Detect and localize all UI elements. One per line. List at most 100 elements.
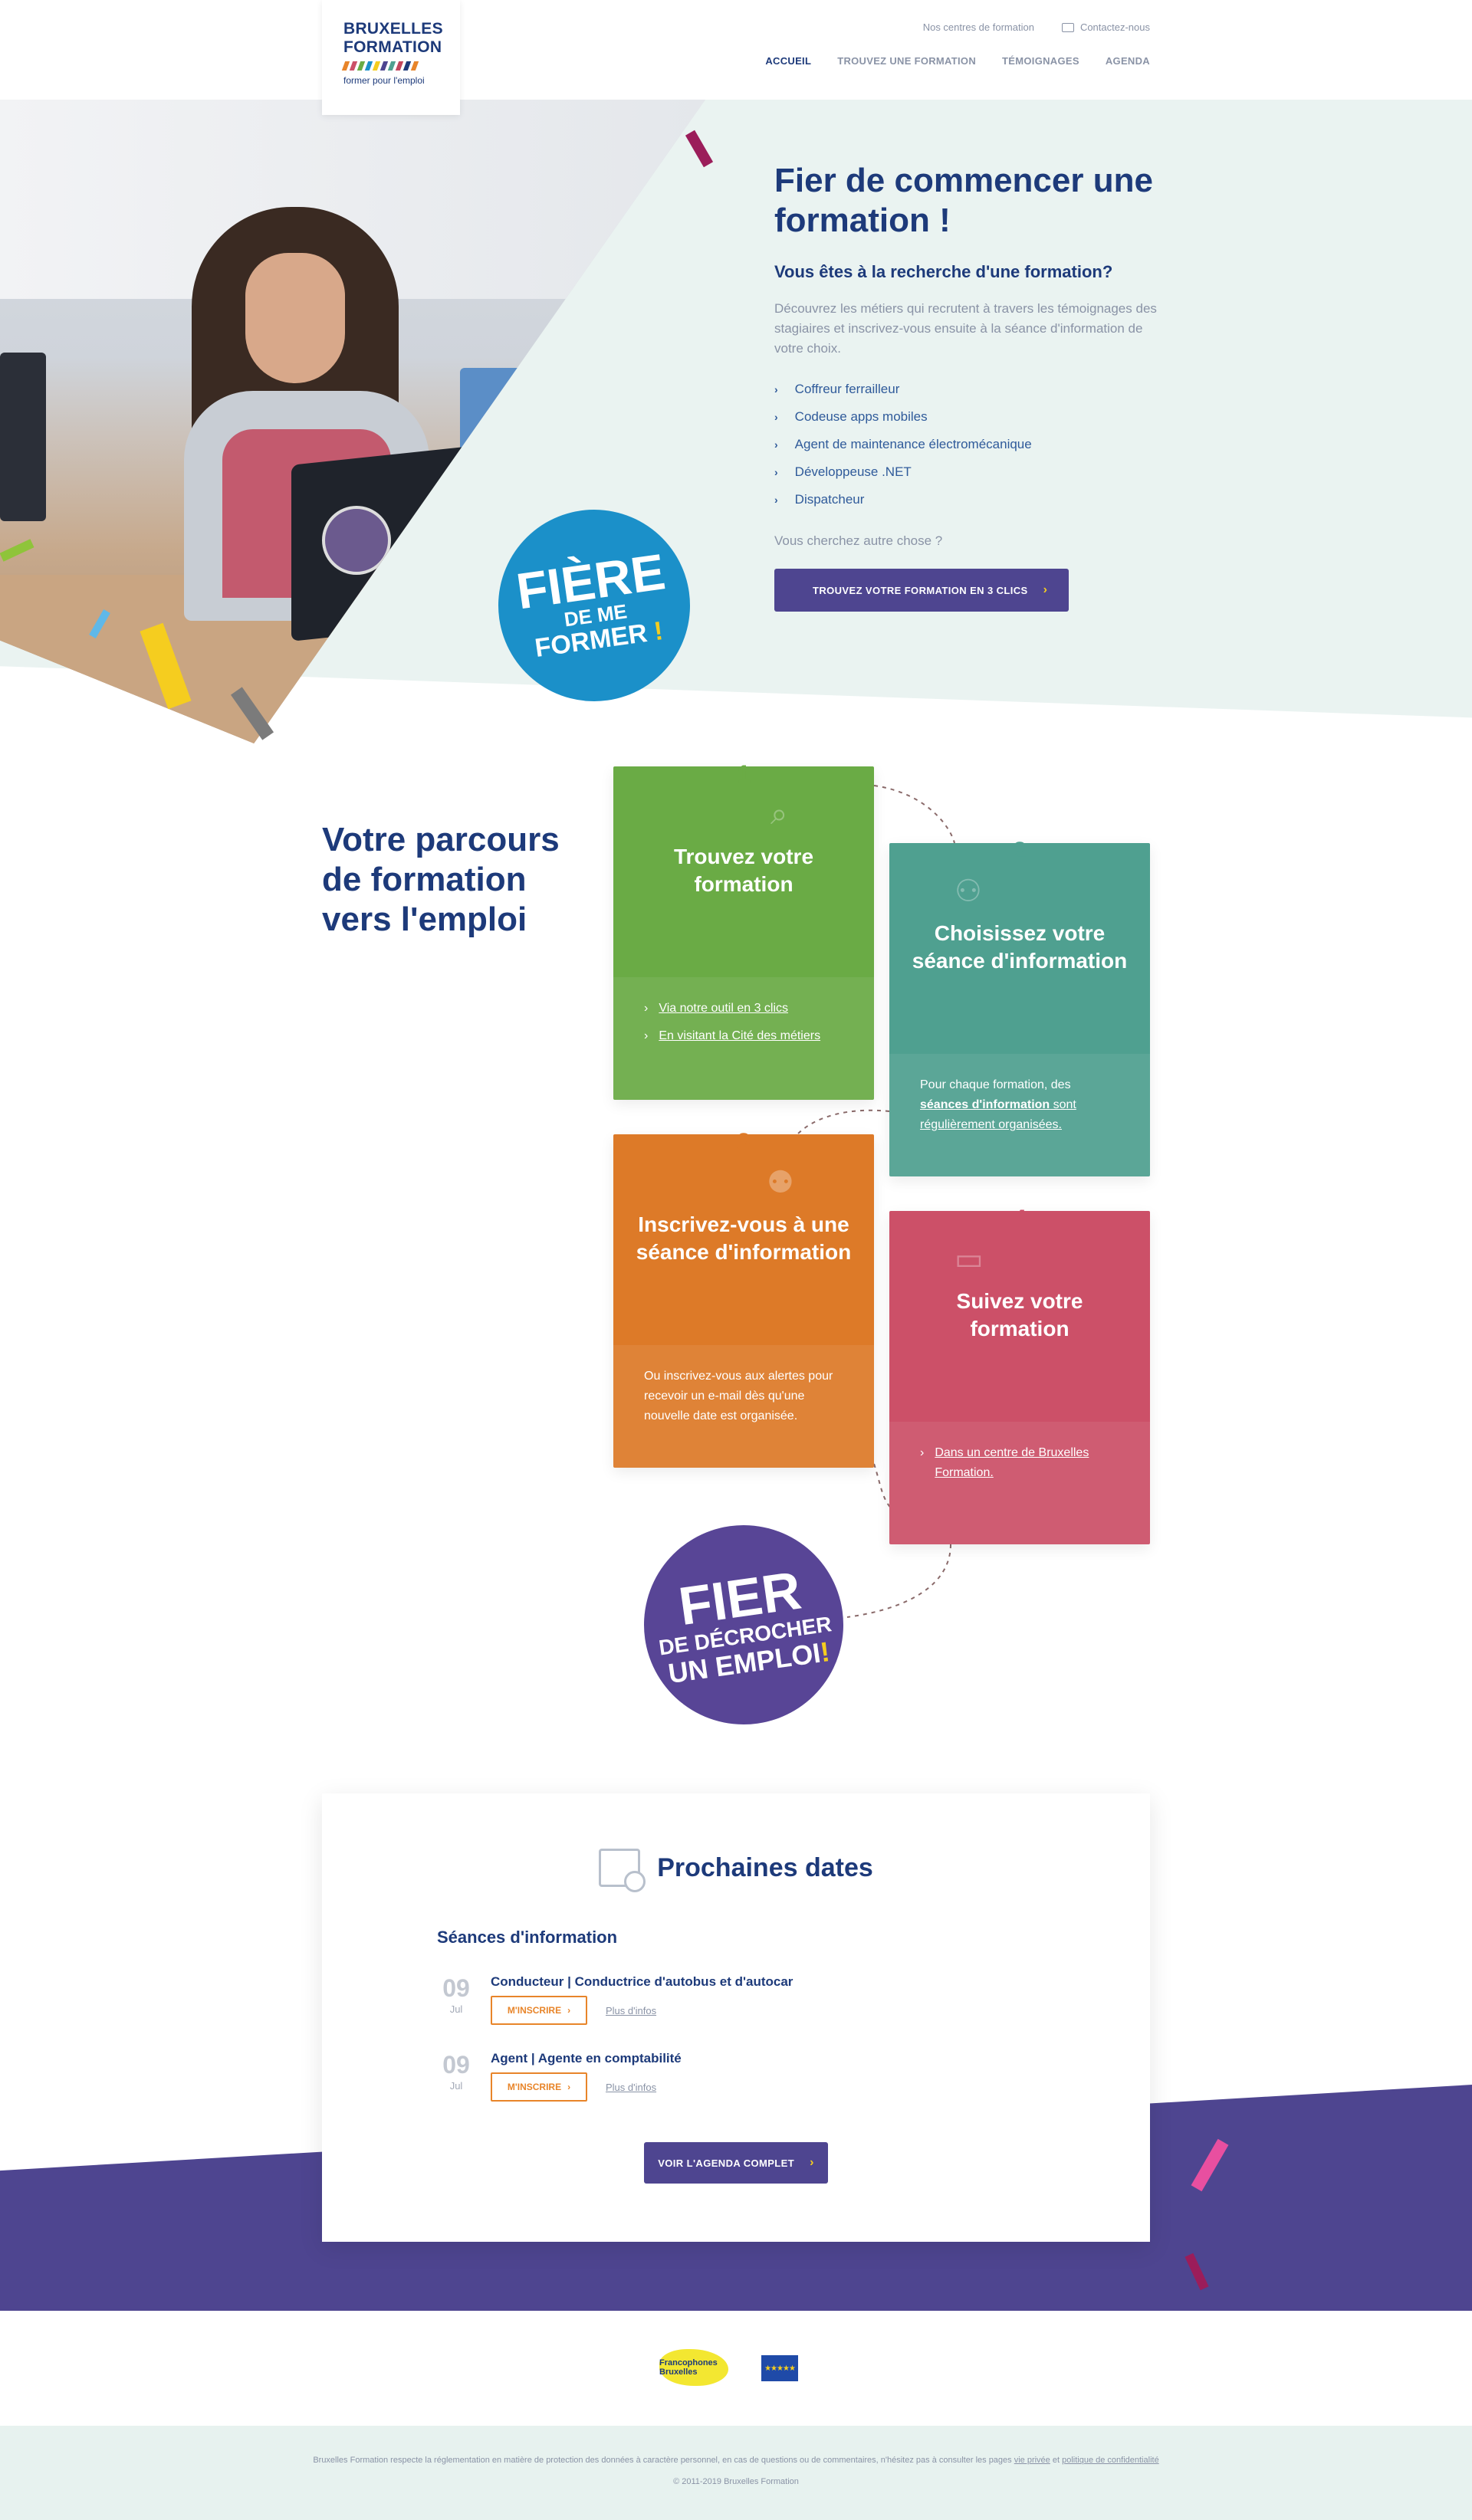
- job-link-label: Agent de maintenance électromécanique: [794, 437, 1032, 451]
- contact-link[interactable]: Contactez-nous: [1061, 21, 1150, 33]
- date-day: 09: [442, 2051, 470, 2079]
- register-button-label: M'INSCRIRE: [507, 2005, 562, 2016]
- more-info-link[interactable]: Plus d'infos: [606, 2005, 656, 2016]
- chevron-right-icon: ›: [567, 2082, 571, 2092]
- session-name[interactable]: Conducteur | Conductrice d'autobus et d'…: [491, 1974, 793, 1990]
- chevron-right-icon: ›: [810, 2156, 814, 2169]
- job-link-agent-maintenance[interactable]: › Agent de maintenance électromécanique: [774, 431, 1165, 458]
- step-title-1: Trouvez votre formation: [673, 845, 814, 896]
- register-button[interactable]: M'INSCRIRE ›: [491, 1996, 587, 2025]
- chevron-right-icon: ›: [774, 494, 778, 506]
- step-footer-3: Ou inscrivez-vous aux alertes pour recev…: [613, 1345, 874, 1468]
- photo-monitor-left: [0, 353, 46, 521]
- parcours-title: Votre parcours de formation vers l'emplo…: [322, 821, 560, 938]
- chevron-right-icon: ›: [644, 1029, 649, 1042]
- job-link-label: Dispatcheur: [794, 492, 865, 507]
- chevron-right-icon: ›: [920, 1446, 925, 1459]
- site-footer: Bruxelles Formation respecte la réglemen…: [0, 2426, 1472, 2520]
- chat-icon: [1061, 22, 1074, 32]
- step-footer-1: › Via notre outil en 3 clics › En visitant…: [613, 977, 874, 1100]
- step-card-1: 1 ⌕ Trouvez votre formation › Via notre o…: [613, 760, 874, 1100]
- hero-other-question: Vous cherchez autre chose ?: [774, 533, 943, 548]
- contact-link-label: Contactez-nous: [1079, 21, 1150, 33]
- logo-tagline: former pour l'emploi: [343, 75, 425, 86]
- person-board-icon: ⚇: [955, 874, 982, 908]
- search-icon: ⌕: [770, 797, 788, 831]
- step1-link-outil-label: Via notre outil en 3 clics: [659, 1002, 789, 1015]
- hero-content: Fier de commencer une formation ! Vous ê…: [774, 161, 1165, 612]
- chevron-right-icon: ›: [774, 411, 778, 423]
- badge-fiere-exclamation: !: [652, 616, 665, 647]
- step-number-3: 3: [737, 1128, 751, 1156]
- step-footer-2: Pour chaque formation, des séances d'inf…: [889, 1054, 1150, 1176]
- hero-subtitle: Vous êtes à la recherche d'une formation…: [774, 262, 1113, 281]
- hero-description: Découvrez les métiers qui recrutent à tr…: [774, 301, 1157, 356]
- chat-bubble-icon: ▭: [955, 1242, 984, 1276]
- job-link-label: Développeuse .NET: [794, 464, 912, 479]
- register-button[interactable]: M'INSCRIRE ›: [491, 2072, 587, 2102]
- date-month: Jul: [449, 2080, 463, 2092]
- site-header: BRUXELLES FORMATION former pour l'emploi…: [0, 0, 1472, 115]
- chevron-right-icon: ›: [774, 438, 778, 451]
- logo-text-line2: FORMATION: [343, 38, 442, 56]
- chevron-right-icon: ›: [1043, 583, 1048, 596]
- voir-agenda-button[interactable]: VOIR L'AGENDA COMPLET ›: [644, 2142, 828, 2184]
- step-footer-4: › Dans un centre de Bruxelles Formation.: [889, 1422, 1150, 1544]
- chevron-right-icon: ›: [774, 466, 778, 478]
- main-nav: ACCUEIL TROUVEZ UNE FORMATION TÉMOIGNAGE…: [765, 55, 1150, 67]
- hero-title: Fier de commencer une formation !: [774, 162, 1153, 239]
- step-title-4: Suivez votre formation: [956, 1289, 1083, 1340]
- eu-flag-logo[interactable]: ★★★★★: [761, 2355, 798, 2381]
- people-icon: ⚉: [767, 1166, 794, 1199]
- find-formation-button[interactable]: TROUVEZ VOTRE FORMATION EN 3 CLICS ›: [774, 569, 1070, 612]
- dates-subtitle: Séances d'information: [437, 1928, 618, 1947]
- date-item: 09 Jul Conducteur | Conductrice d'autobu…: [437, 1970, 1020, 2031]
- dates-title: Prochaines dates: [657, 1852, 873, 1882]
- francophones-bruxelles-logo[interactable]: Francophones Bruxelles: [659, 2349, 728, 2386]
- privacy-text-before: Bruxelles Formation respecte la réglemen…: [313, 2456, 1014, 2465]
- step4-link-centre[interactable]: › Dans un centre de Bruxelles Formation.: [920, 1443, 1119, 1483]
- step-title-2: Choisissez votre séance d'information: [912, 921, 1128, 973]
- fier-de-decrocher-un-emploi-badge: FIER DE DÉCROCHER UN EMPLOI!: [631, 1512, 856, 1737]
- chevron-right-icon: ›: [774, 383, 778, 395]
- step3-text: Ou inscrivez-vous aux alertes pour recev…: [644, 1370, 833, 1422]
- step1-link-outil[interactable]: › Via notre outil en 3 clics: [644, 999, 843, 1019]
- step-card-2: 2 ⚇ Choisissez votre séance d'informatio…: [889, 837, 1150, 1176]
- job-list: › Coffreur ferrailleur › Codeuse apps mobi…: [774, 376, 1165, 514]
- privacy-notice: Bruxelles Formation respecte la réglemen…: [0, 2455, 1472, 2466]
- bruxelles-formation-logo[interactable]: BRUXELLES FORMATION former pour l'emploi: [322, 0, 460, 115]
- nav-agenda[interactable]: AGENDA: [1106, 55, 1150, 67]
- vie-privee-link[interactable]: vie privée: [1014, 2456, 1050, 2465]
- voir-agenda-button-label: VOIR L'AGENDA COMPLET: [658, 2157, 795, 2169]
- job-link-label: Coffreur ferrailleur: [794, 382, 900, 396]
- logo-text-line1: BRUXELLES: [343, 20, 443, 38]
- seances-information-link[interactable]: séances d'information: [920, 1098, 1050, 1111]
- job-link-developpeuse[interactable]: › Développeuse .NET: [774, 458, 1165, 486]
- job-link-label: Codeuse apps mobiles: [794, 409, 928, 424]
- politique-confidentialite-link[interactable]: politique de confidentialité: [1062, 2456, 1159, 2465]
- step4-link-centre-label: Dans un centre de Bruxelles Formation.: [935, 1446, 1089, 1479]
- step2-text: Pour chaque formation, des séances d'inf…: [920, 1075, 1119, 1135]
- step2-text-before: Pour chaque formation, des: [920, 1078, 1071, 1091]
- partner-logos: Francophones Bruxelles ★★★★★: [0, 2311, 1472, 2426]
- nav-accueil[interactable]: ACCUEIL: [765, 55, 811, 67]
- centres-link[interactable]: Nos centres de formation: [923, 21, 1034, 33]
- date-item: 09 Jul Agent | Agente en comptabilité M'…: [437, 2046, 1020, 2108]
- find-formation-button-label: TROUVEZ VOTRE FORMATION EN 3 CLICS: [813, 584, 1028, 596]
- session-name[interactable]: Agent | Agente en comptabilité: [491, 2051, 682, 2066]
- utility-nav: Nos centres de formation Contactez-nous: [923, 21, 1150, 33]
- nav-temoignages[interactable]: TÉMOIGNAGES: [1002, 55, 1079, 67]
- step-number-4: 4: [1013, 1205, 1027, 1232]
- step1-link-cite[interactable]: › En visitant la Cité des métiers: [644, 1026, 843, 1046]
- chevron-right-icon: ›: [567, 2005, 571, 2016]
- dates-header: Prochaines dates: [322, 1849, 1150, 1892]
- step-card-4: 4 ▭ Suivez votre formation › Dans un cent…: [889, 1205, 1150, 1544]
- step1-link-cite-label: En visitant la Cité des métiers: [659, 1029, 821, 1042]
- job-link-codeuse[interactable]: › Codeuse apps mobiles: [774, 403, 1165, 431]
- copyright: © 2011-2019 Bruxelles Formation: [673, 2477, 799, 2486]
- job-link-dispatcheur[interactable]: › Dispatcheur: [774, 486, 1165, 514]
- more-info-link[interactable]: Plus d'infos: [606, 2082, 656, 2093]
- nav-trouvez-formation[interactable]: TROUVEZ UNE FORMATION: [837, 55, 976, 67]
- job-link-coffreur[interactable]: › Coffreur ferrailleur: [774, 376, 1165, 403]
- privacy-text-mid: et: [1050, 2456, 1063, 2465]
